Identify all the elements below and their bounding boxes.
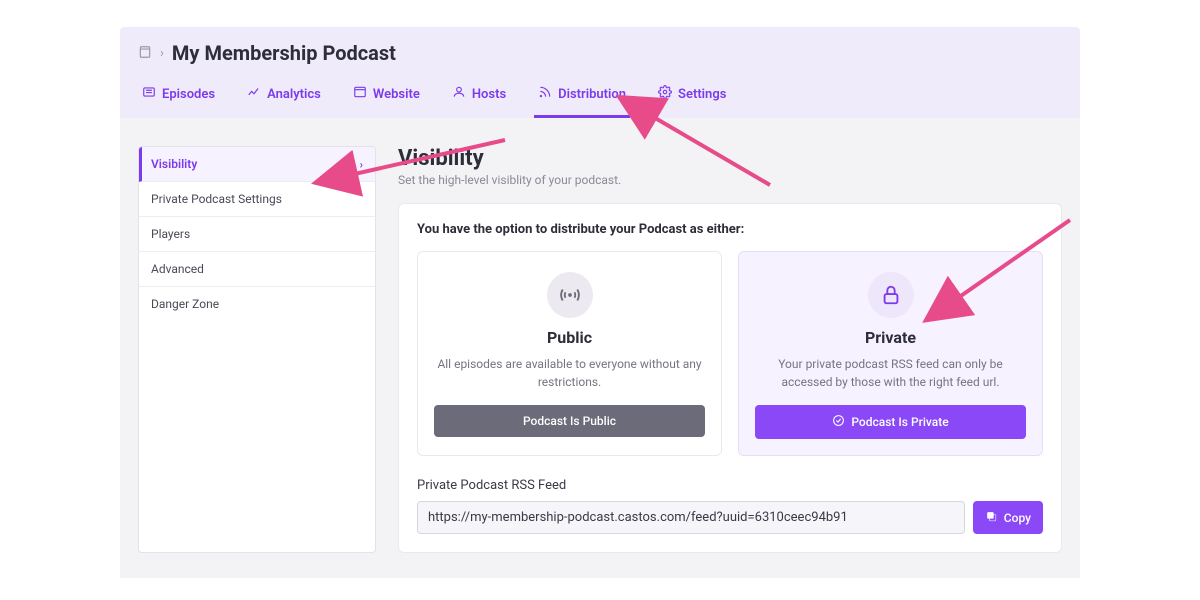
check-circle-icon [832,414,845,430]
option-desc: All episodes are available to everyone w… [434,355,705,391]
sidebar: Visibility › Private Podcast Settings Pl… [138,146,376,553]
sidebar-item-danger-zone[interactable]: Danger Zone [139,287,375,321]
feed-label: Private Podcast RSS Feed [417,478,1043,493]
visibility-card: You have the option to distribute your P… [398,203,1062,553]
option-title: Public [434,328,705,347]
list-icon [142,85,156,103]
option-public[interactable]: Public All episodes are available to eve… [417,251,722,456]
window-icon [353,85,367,103]
sidebar-item-label: Players [151,227,190,241]
main: Visibility Set the high-level visiblity … [398,146,1062,553]
podcast-icon [138,44,152,63]
option-title: Private [755,328,1026,347]
page-subtitle: Set the high-level visiblity of your pod… [398,173,1062,187]
copy-icon [985,510,998,526]
tab-label: Analytics [267,87,321,102]
sidebar-item-label: Danger Zone [151,297,219,311]
copy-button[interactable]: Copy [973,501,1043,534]
tab-website[interactable]: Website [349,77,424,118]
button-label: Copy [1004,511,1031,525]
tab-distribution[interactable]: Distribution [534,77,630,118]
sidebar-item-players[interactable]: Players [139,217,375,252]
sidebar-item-label: Advanced [151,262,204,276]
body: Visibility › Private Podcast Settings Pl… [120,118,1080,578]
tab-label: Website [373,87,420,102]
lock-icon [868,272,914,318]
option-desc: Your private podcast RSS feed can only b… [755,355,1026,391]
tabs: Episodes Analytics Website Hosts Distrib… [138,77,1062,118]
header: › My Membership Podcast Episodes Analyti… [120,27,1080,118]
podcast-is-private-button[interactable]: Podcast Is Private [755,405,1026,439]
option-private[interactable]: Private Your private podcast RSS feed ca… [738,251,1043,456]
tab-label: Episodes [162,87,215,102]
page-title: Visibility [398,146,1062,171]
user-icon [452,85,466,103]
tab-hosts[interactable]: Hosts [448,77,510,118]
feed-row: Copy [417,501,1043,534]
gear-icon [658,85,672,103]
card-title: You have the option to distribute your P… [417,222,1043,237]
feed-url-input[interactable] [417,501,965,534]
tab-analytics[interactable]: Analytics [243,77,325,118]
breadcrumb-title: My Membership Podcast [172,41,396,65]
visibility-options: Public All episodes are available to eve… [417,251,1043,456]
app-window: › My Membership Podcast Episodes Analyti… [120,27,1080,578]
button-label: Podcast Is Private [851,415,948,429]
breadcrumb: › My Membership Podcast [138,41,1062,65]
podcast-is-public-button[interactable]: Podcast Is Public [434,405,705,437]
sidebar-item-private-podcast-settings[interactable]: Private Podcast Settings [139,182,375,217]
rss-icon [538,85,552,103]
tab-episodes[interactable]: Episodes [138,77,219,118]
tab-label: Hosts [472,87,506,102]
sidebar-item-visibility[interactable]: Visibility › [139,147,375,182]
tab-label: Settings [678,87,726,102]
sidebar-item-label: Visibility [151,157,197,171]
broadcast-icon [547,272,593,318]
sidebar-item-advanced[interactable]: Advanced [139,252,375,287]
tab-settings[interactable]: Settings [654,77,730,118]
tab-label: Distribution [558,87,626,102]
analytics-icon [247,85,261,103]
button-label: Podcast Is Public [523,414,616,428]
chevron-right-icon: › [160,46,164,61]
sidebar-item-label: Private Podcast Settings [151,192,282,206]
chevron-right-icon: › [360,158,363,171]
